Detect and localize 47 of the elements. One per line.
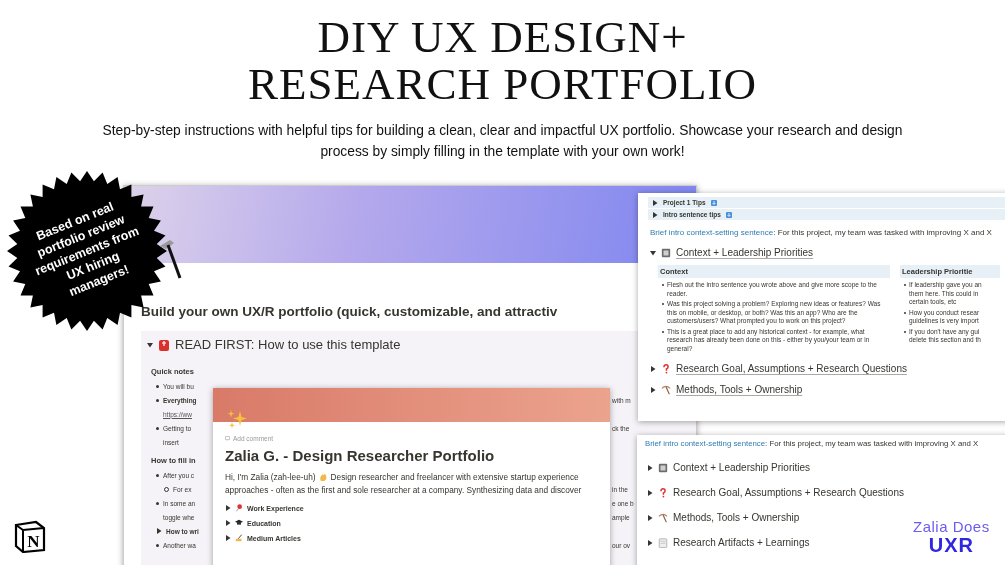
pickaxe-icon: [658, 512, 668, 523]
intro-text: Design researcher and freelancer with extensive startup experience: [330, 472, 579, 482]
notion-logo: N: [14, 519, 46, 553]
section-toggle[interactable]: Research Artifacts + Learnings: [673, 537, 810, 548]
book-icon: [661, 247, 671, 258]
brand-logo-text: Zalia Does: [913, 518, 990, 535]
download-icon: [725, 211, 732, 218]
toggle-closed-icon[interactable]: [647, 514, 653, 521]
section-toggle[interactable]: Context + Leadership Priorities: [673, 462, 811, 473]
toggle-open-icon[interactable]: [650, 249, 656, 256]
toggle-closed-icon[interactable]: [647, 539, 653, 546]
book-icon: [658, 462, 668, 473]
download-icon: [710, 199, 717, 206]
subtitle: Step-by-step instructions with helpful tips for building a clean, clear and impactful UX portfolio. Showcase your research and design process by simply filling in the template with your own work!: [101, 122, 904, 161]
section-toggle[interactable]: Research Goal, Assumptions + Research Questions: [673, 487, 904, 498]
brand-logo-text: UXR: [928, 535, 974, 555]
toggle-closed-icon[interactable]: [156, 528, 162, 534]
page-title: RESEARCH PORTFOLIO: [247, 61, 758, 108]
question-mark-icon: [661, 363, 671, 374]
graduation-cap-icon: [235, 519, 243, 527]
toggle-label[interactable]: READ FIRST: How to use this template: [175, 337, 401, 352]
intro-text: approaches - often as the first and sole researcher at a company. Synthesizing data and discover: [225, 485, 583, 495]
comment-icon: [225, 436, 230, 441]
toggle-closed-icon[interactable]: [225, 535, 231, 541]
intro-sentence: Brief intro context-setting sentence: For this project, my team was tasked with improving X and X: [650, 228, 993, 237]
question-mark-icon: [658, 487, 668, 498]
toggle-open-icon[interactable]: [147, 341, 153, 348]
pickaxe-icon: [661, 384, 671, 395]
section-toggle[interactable]: Context + Leadership Priorities: [676, 247, 814, 258]
toggle-closed-icon[interactable]: [652, 199, 658, 206]
toggle-closed-icon[interactable]: [225, 505, 231, 511]
page-heading: Zalia G. - Design Researcher Portfolio: [225, 447, 496, 464]
page-title: DIY UX DESIGN+: [317, 14, 688, 61]
toggle-closed-icon[interactable]: [650, 386, 656, 393]
section-toggle[interactable]: Research Goal, Assumptions + Research Questions: [676, 363, 907, 374]
pushpin-icon: [235, 504, 243, 512]
siren-icon: [159, 338, 169, 351]
toggle-closed-icon[interactable]: [650, 365, 656, 372]
intro-text: Hi, I'm Zalia (zah-lee-uh): [225, 472, 316, 482]
toggle-closed-icon[interactable]: [647, 489, 653, 496]
notepad-icon: [658, 537, 668, 548]
toggle-closed-icon[interactable]: [652, 211, 658, 218]
toggle-closed-icon[interactable]: [225, 520, 231, 526]
section-toggle[interactable]: Methods, Tools + Ownership: [673, 512, 800, 523]
toggle-closed-icon[interactable]: [647, 464, 653, 471]
section-toggle[interactable]: Methods, Tools + Ownership: [676, 384, 803, 395]
hammer-icon: [158, 240, 182, 280]
